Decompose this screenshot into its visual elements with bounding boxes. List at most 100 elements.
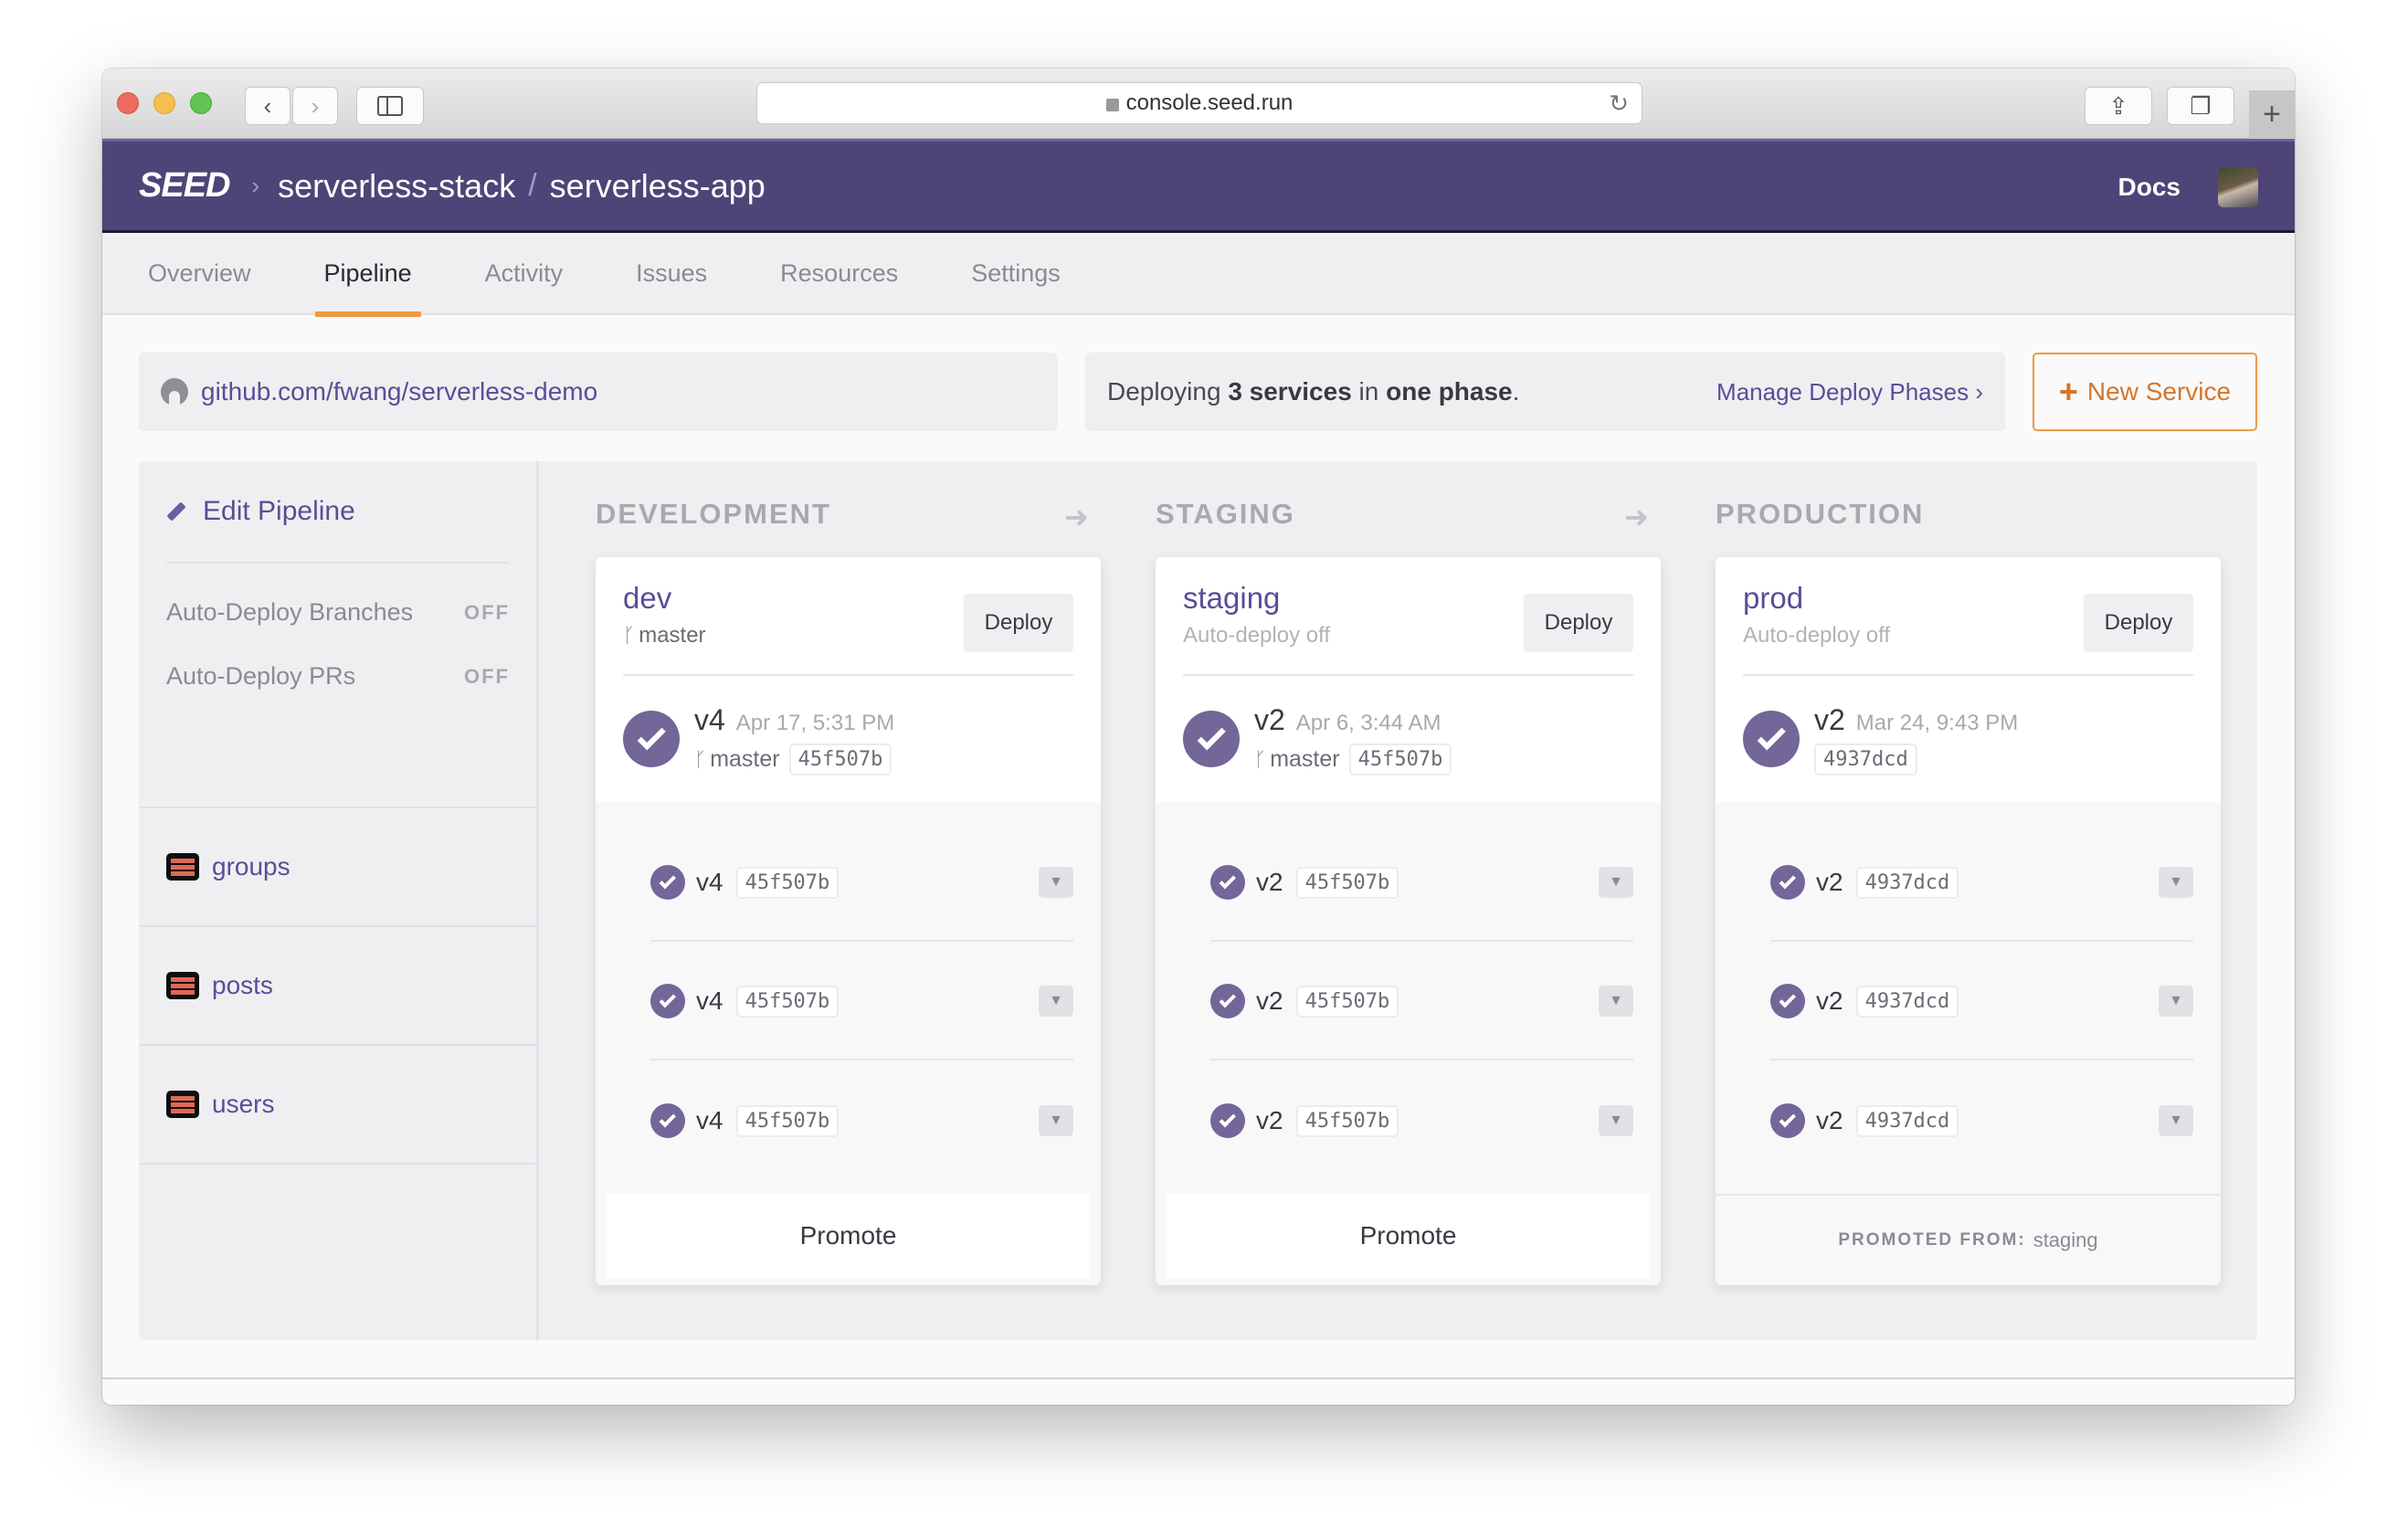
chevron-down-icon[interactable]: ▼ (1599, 867, 1633, 898)
stage-subtitle-text: Auto-deploy off (1183, 623, 1331, 648)
stage-label-dev: DEVELOPMENT (596, 498, 831, 530)
deploy-button[interactable]: Deploy (964, 594, 1073, 652)
sidebar-divider (166, 562, 510, 564)
service-version: v2 (1256, 986, 1283, 1015)
sidebar-icon (377, 96, 403, 116)
tab-resources[interactable]: Resources (771, 233, 907, 315)
tabs-overview-button[interactable]: ❐ (2167, 87, 2234, 125)
service-icon (166, 1091, 199, 1118)
service-version: v4 (696, 868, 723, 896)
latest-build[interactable]: v2 Mar 24, 9:43 PM (1814, 703, 2018, 737)
auto-deploy-prs-toggle[interactable]: Auto-Deploy PRs OFF (166, 662, 510, 691)
minimize-window-button[interactable] (153, 92, 175, 114)
repo-link[interactable]: github.com/fwang/serverless-demo (201, 377, 597, 406)
service-version: v4 (696, 1106, 723, 1134)
stage-label-staging: STAGING (1156, 498, 1295, 530)
commit-sha[interactable]: 45f507b (735, 985, 839, 1018)
chevron-down-icon[interactable]: ▼ (2159, 986, 2193, 1017)
plus-icon: + (2263, 97, 2281, 132)
new-service-button[interactable]: + New Service (2033, 353, 2257, 431)
chevron-down-icon[interactable]: ▼ (1599, 1105, 1633, 1136)
deploy-button[interactable]: Deploy (1524, 594, 1633, 652)
card-divider (623, 674, 1073, 676)
breadcrumb-app[interactable]: serverless-app (550, 167, 766, 206)
commit-sha[interactable]: 45f507b (1348, 744, 1452, 775)
service-build-row: v2 4937dcd ▼ (1770, 825, 2193, 942)
pencil-icon (166, 501, 186, 522)
toggle-status: OFF (464, 600, 510, 624)
promoted-from: PROMOTED FROM: staging (1716, 1194, 2221, 1285)
build-meta: ᚴ master 45f507b (694, 744, 892, 775)
zoom-window-button[interactable] (190, 92, 212, 114)
close-window-button[interactable] (117, 92, 139, 114)
commit-sha[interactable]: 4937dcd (1855, 866, 1959, 899)
toggle-label: Auto-Deploy PRs (166, 662, 356, 690)
stage-subtitle-text: master (639, 623, 706, 648)
stage-name[interactable]: staging (1183, 581, 1280, 616)
tab-issues[interactable]: Issues (627, 233, 716, 315)
tab-pipeline[interactable]: Pipeline (314, 233, 421, 317)
toggle-status: OFF (464, 664, 510, 688)
commit-sha[interactable]: 45f507b (1295, 985, 1399, 1018)
lock-icon (1105, 99, 1119, 111)
address-bar[interactable]: console.seed.run ↻ (756, 82, 1642, 124)
reload-icon[interactable]: ↻ (1609, 90, 1629, 118)
service-build-row: v2 4937dcd ▼ (1770, 944, 2193, 1060)
commit-sha[interactable]: 45f507b (1295, 866, 1399, 899)
commit-sha[interactable]: 4937dcd (1814, 744, 1917, 775)
service-item-users[interactable]: users (139, 1046, 536, 1165)
chevron-left-icon: ‹ (263, 91, 272, 120)
forward-button[interactable]: › (292, 87, 338, 125)
chevron-down-icon[interactable]: ▼ (1599, 986, 1633, 1017)
chevron-down-icon[interactable]: ▼ (1039, 986, 1073, 1017)
latest-build[interactable]: v4 Apr 17, 5:31 PM (694, 703, 894, 737)
stage-card-header: staging Auto-deploy off Deploy v2 Apr 6, 3:4… (1156, 557, 1661, 802)
github-icon (161, 378, 188, 406)
user-avatar[interactable] (2218, 167, 2258, 207)
docs-link[interactable]: Docs (2118, 173, 2181, 202)
auto-deploy-branches-toggle[interactable]: Auto-Deploy Branches OFF (166, 598, 510, 627)
latest-build[interactable]: v2 Apr 6, 3:44 AM (1254, 703, 1441, 737)
stage-subtitle: Auto-deploy off (1183, 623, 1330, 649)
breadcrumb-org[interactable]: serverless-stack (278, 167, 515, 206)
back-button[interactable]: ‹ (245, 87, 290, 125)
breadcrumb-chevron-icon: › (251, 172, 260, 199)
promoted-from-label: PROMOTED FROM: (1838, 1230, 2026, 1250)
stage-name[interactable]: dev (623, 581, 671, 616)
stage-card-prod: prod Auto-deploy off Deploy v2 Mar 24, 9:43 … (1716, 557, 2221, 1285)
success-check-icon (1183, 711, 1240, 767)
sidebar-toggle-button[interactable] (356, 87, 424, 125)
service-item-groups[interactable]: groups (139, 808, 536, 927)
tab-activity[interactable]: Activity (476, 233, 573, 315)
service-item-posts[interactable]: posts (139, 927, 536, 1046)
chevron-down-icon[interactable]: ▼ (2159, 867, 2193, 898)
service-version: v2 (1256, 868, 1283, 896)
service-build-row: v2 45f507b ▼ (1210, 1062, 1633, 1179)
success-check-icon (1770, 865, 1805, 900)
share-button[interactable]: ⇪ (2085, 87, 2152, 125)
manage-deploy-phases-link[interactable]: Manage Deploy Phases › (1716, 378, 1983, 406)
deploy-button[interactable]: Deploy (2084, 594, 2193, 652)
stage-card-header: dev ᚴ master Deploy v4 Apr 17, 5:31 PM ᚴ master… (596, 557, 1101, 802)
commit-sha[interactable]: 45f507b (788, 744, 892, 775)
tab-settings[interactable]: Settings (962, 233, 1070, 315)
chevron-down-icon[interactable]: ▼ (1039, 867, 1073, 898)
edit-pipeline-link[interactable]: Edit Pipeline (166, 496, 355, 527)
stage-card-staging: staging Auto-deploy off Deploy v2 Apr 6, 3:4… (1156, 557, 1661, 1285)
promote-button[interactable]: Promote (607, 1194, 1090, 1278)
service-version: v2 (1816, 868, 1843, 896)
chevron-down-icon[interactable]: ▼ (2159, 1105, 2193, 1136)
promote-button[interactable]: Promote (1167, 1194, 1650, 1278)
stage-name[interactable]: prod (1743, 581, 1803, 616)
commit-sha[interactable]: 45f507b (735, 1104, 839, 1137)
commit-sha[interactable]: 4937dcd (1855, 1104, 1959, 1137)
commit-sha[interactable]: 4937dcd (1855, 985, 1959, 1018)
chevron-down-icon[interactable]: ▼ (1039, 1105, 1073, 1136)
build-date: Apr 17, 5:31 PM (735, 711, 895, 735)
new-tab-button[interactable]: + (2249, 90, 2295, 139)
deploy-phase-info: Deploying 3 services in one phase. Manag… (1085, 353, 2005, 431)
seed-logo[interactable]: SEED (139, 166, 230, 206)
tab-overview[interactable]: Overview (139, 233, 260, 315)
commit-sha[interactable]: 45f507b (1295, 1104, 1399, 1137)
commit-sha[interactable]: 45f507b (735, 866, 839, 899)
